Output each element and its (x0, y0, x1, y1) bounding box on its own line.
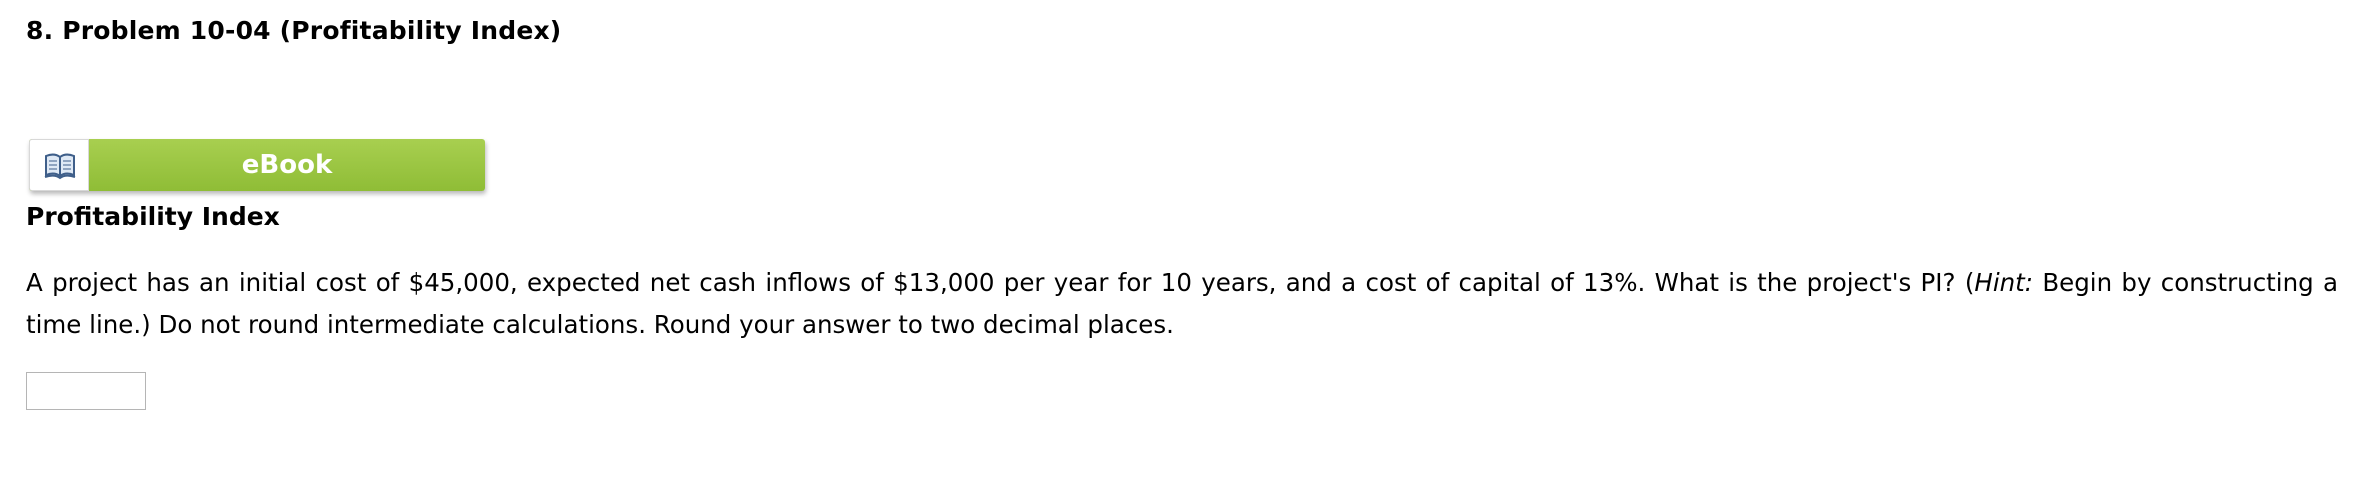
problem-page: 8. Problem 10-04 (Profitability Index) e… (0, 0, 2362, 480)
hint-label: Hint: (1974, 268, 2034, 297)
book-icon (44, 153, 76, 180)
problem-title: 8. Problem 10-04 (Profitability Index) (26, 16, 562, 45)
ebook-label: eBook (241, 150, 333, 180)
answer-input[interactable] (26, 372, 146, 410)
ebook-button[interactable]: eBook (29, 139, 485, 191)
question-text: A project has an initial cost of $45,000… (26, 262, 2338, 346)
section-heading: Profitability Index (26, 202, 280, 231)
question-part-1: A project has an initial cost of $45,000… (26, 268, 1975, 297)
ebook-icon-box[interactable] (29, 139, 89, 191)
